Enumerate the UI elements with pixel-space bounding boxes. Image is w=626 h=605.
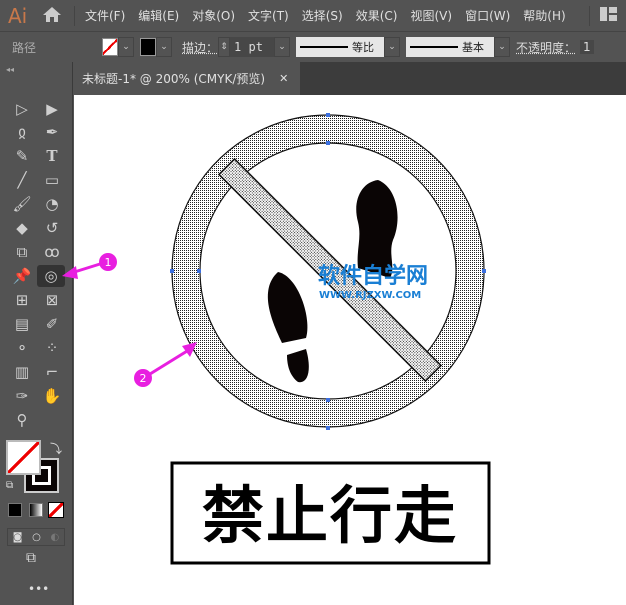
swap-colors-icon[interactable]: ⤵ bbox=[50, 440, 62, 457]
shape-builder-tool-icon[interactable]: ◎ bbox=[37, 265, 65, 287]
menu-bar: Ai 文件(F) 编辑(E) 对象(O) 文字(T) 选择(S) 效果(C) 视… bbox=[0, 0, 626, 31]
blend-tool-icon[interactable]: ⚬ bbox=[10, 337, 34, 359]
object-type-label: 路径 bbox=[12, 40, 37, 55]
direct-selection-tool-icon[interactable]: ▶ bbox=[40, 98, 64, 120]
document-tab-bar: 未标题-1* @ 200% (CMYK/预览) ✕ bbox=[74, 62, 626, 95]
stroke-stepper[interactable]: ⇕ bbox=[218, 37, 231, 57]
fill-dropdown[interactable]: ⌄ bbox=[118, 37, 134, 57]
line-tool-icon[interactable]: ╱ bbox=[10, 169, 34, 191]
draw-modes: ◙ ○ ◐ bbox=[7, 528, 65, 546]
menu-view[interactable]: 视图(V) bbox=[410, 7, 452, 24]
color-mode-icon[interactable] bbox=[8, 503, 22, 517]
rotate-tool-icon[interactable]: ↺ bbox=[40, 217, 64, 239]
profile-dropdown[interactable]: ⌄ bbox=[384, 37, 401, 57]
stroke-weight-input[interactable]: 1 pt bbox=[230, 37, 275, 57]
stroke-swatch[interactable] bbox=[140, 38, 156, 56]
mesh-tool-icon[interactable]: ⊠ bbox=[40, 289, 64, 311]
menu-help[interactable]: 帮助(H) bbox=[523, 7, 565, 24]
perspective-grid-tool-icon[interactable]: ⊞ bbox=[10, 289, 34, 311]
gradient-tool-icon[interactable]: ▤ bbox=[10, 313, 34, 335]
watermark-cn: 软件自学网 bbox=[318, 263, 428, 289]
draw-normal-icon[interactable]: ◙ bbox=[13, 532, 23, 543]
eraser-tool-icon[interactable]: ◆ bbox=[10, 217, 34, 239]
menu-edit[interactable]: 编辑(E) bbox=[138, 7, 179, 24]
brush-label: 基本 bbox=[462, 41, 485, 54]
pin-tool-icon[interactable]: 📌 bbox=[10, 265, 34, 287]
watermark-url: WWW.RJZXW.COM bbox=[319, 290, 421, 301]
paintbrush-tool-icon[interactable]: 🖌 bbox=[10, 193, 34, 215]
stroke-dropdown[interactable]: ⌄ bbox=[156, 37, 172, 57]
opacity-label[interactable]: 不透明度： bbox=[516, 39, 576, 56]
shaper-tool-icon[interactable]: ◔ bbox=[40, 193, 64, 215]
warp-tool-icon[interactable]: ꝏ bbox=[40, 241, 64, 263]
selection-tool-icon[interactable]: ▷ bbox=[10, 98, 34, 120]
artwork: 软件自学网 WWW.RJZXW.COM 禁止行走 bbox=[170, 113, 491, 565]
menu-object[interactable]: 对象(O) bbox=[192, 7, 235, 24]
type-tool-icon[interactable]: T bbox=[40, 145, 64, 167]
slice-tool-icon[interactable]: ✑ bbox=[10, 385, 34, 407]
control-bar: 路径 ⌄ ⌄ 描边： ⇕ 1 pt ⌄ 等比 ⌄ 基本 ⌄ 不透明度： 1 bbox=[0, 31, 626, 62]
draw-inside-icon[interactable]: ◐ bbox=[50, 532, 59, 543]
brush-dropdown[interactable]: ⌄ bbox=[494, 37, 511, 57]
zoom-tool-icon[interactable]: ⚲ bbox=[10, 409, 34, 431]
menu-effect[interactable]: 效果(C) bbox=[356, 7, 398, 24]
symbol-sprayer-tool-icon[interactable]: ⁘ bbox=[40, 337, 64, 359]
left-footprint bbox=[267, 272, 309, 383]
sign-text: 禁止行走 bbox=[202, 479, 458, 552]
screen-mode-icon[interactable]: ⧉ bbox=[26, 550, 36, 566]
edit-toolbar-icon[interactable]: ••• bbox=[28, 582, 49, 596]
collapse-panel-icon[interactable]: ◂◂ bbox=[6, 65, 14, 74]
opacity-input[interactable]: 1 bbox=[580, 40, 594, 54]
variable-width-profile[interactable]: 等比 bbox=[296, 37, 385, 57]
brush-definition[interactable]: 基本 bbox=[406, 37, 495, 57]
document-tab[interactable]: 未标题-1* @ 200% (CMYK/预览) ✕ bbox=[74, 62, 300, 95]
tab-title: 未标题-1* @ 200% (CMYK/预览) bbox=[82, 72, 266, 86]
menu-file[interactable]: 文件(F) bbox=[85, 7, 125, 24]
gradient-mode-icon[interactable] bbox=[29, 503, 43, 517]
curvature-tool-icon[interactable]: ✎ bbox=[10, 145, 34, 167]
stroke-weight-dropdown[interactable]: ⌄ bbox=[274, 37, 291, 57]
fill-color-box[interactable] bbox=[6, 440, 41, 475]
menu-type[interactable]: 文字(T) bbox=[248, 7, 289, 24]
eyedropper-tool-icon[interactable]: ✐ bbox=[40, 313, 64, 335]
artboard-canvas[interactable]: 软件自学网 WWW.RJZXW.COM 禁止行走 bbox=[74, 95, 626, 605]
hand-tool-icon[interactable]: ✋ bbox=[40, 385, 64, 407]
menu-select[interactable]: 选择(S) bbox=[302, 7, 343, 24]
artboard-tool-icon[interactable]: ⌐ bbox=[40, 361, 64, 383]
menu-window[interactable]: 窗口(W) bbox=[465, 7, 510, 24]
close-tab-icon[interactable]: ✕ bbox=[279, 72, 288, 85]
app-logo: Ai bbox=[8, 3, 28, 28]
tools-panel: ◂◂ ▷ ▶ ჲ ✒ ✎ T ╱ ▭ 🖌 ◔ ◆ ↺ ⧉ ꝏ 📌 ◎ ⊞ ⊠ ▤… bbox=[0, 62, 73, 605]
pen-tool-icon[interactable]: ✒ bbox=[40, 121, 64, 143]
profile-label: 等比 bbox=[352, 41, 375, 54]
workspace-icon[interactable] bbox=[599, 7, 620, 24]
rectangle-tool-icon[interactable]: ▭ bbox=[40, 169, 64, 191]
scale-tool-icon[interactable]: ⧉ bbox=[10, 241, 34, 263]
draw-behind-icon[interactable]: ○ bbox=[32, 532, 41, 543]
graph-tool-icon[interactable]: ▥ bbox=[10, 361, 34, 383]
home-icon[interactable] bbox=[42, 5, 64, 26]
fill-swatch[interactable] bbox=[102, 38, 118, 56]
lasso-tool-icon[interactable]: ჲ bbox=[10, 121, 34, 143]
stroke-label[interactable]: 描边： bbox=[182, 39, 218, 56]
none-mode-icon[interactable] bbox=[48, 502, 64, 518]
default-colors-icon[interactable]: ⧉ bbox=[6, 480, 13, 491]
